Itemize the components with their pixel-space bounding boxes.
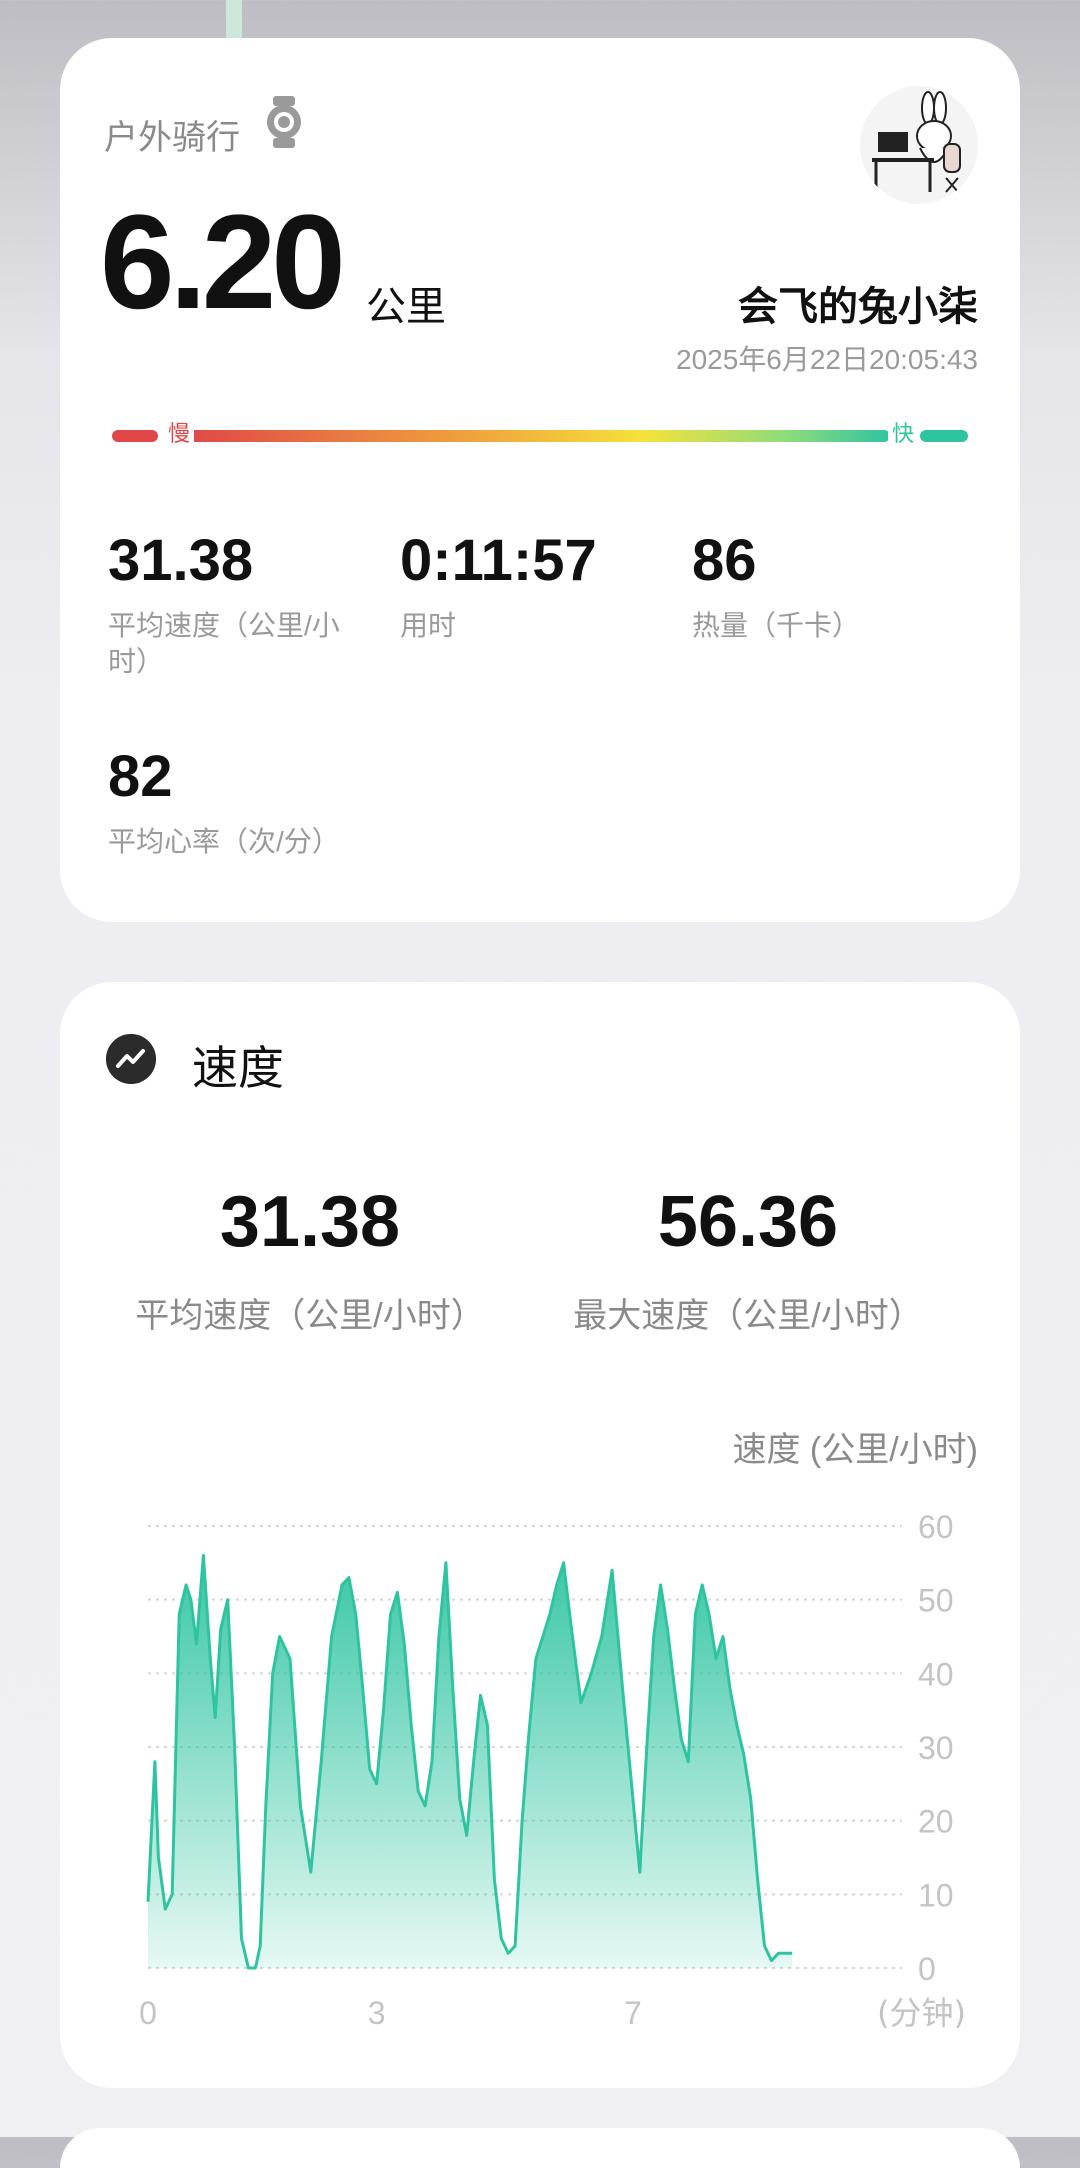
metric-calories: 86 热量（千卡） <box>692 532 942 644</box>
metric-duration: 0:11:57 用时 <box>400 532 650 644</box>
workout-datetime: 2025年6月22日20:05:43 <box>676 344 978 375</box>
y-tick-label: 0 <box>918 1951 936 1987</box>
metric-value: 82 <box>108 744 173 809</box>
metric-label: 平均心率（次/分） <box>108 826 340 857</box>
pace-slow-label: 慢 <box>164 416 195 448</box>
watch-icon <box>267 96 301 148</box>
next-card-peek <box>60 2128 1020 2168</box>
y-tick-label: 20 <box>918 1804 954 1840</box>
metric-label: 热量（千卡） <box>692 610 861 641</box>
workout-summary-card[interactable]: 户外骑行 6.20 公里 会飞的兔小柒 2025年6月22日20:05:43 慢 <box>60 38 1020 922</box>
y-tick-label: 40 <box>918 1656 954 1692</box>
x-tick-label: 0 <box>139 1995 157 2031</box>
x-tick-label: 7 <box>624 1995 642 2031</box>
metric-avg-heart-rate: 82 平均心率（次/分） <box>108 748 358 860</box>
y-tick-label: 30 <box>918 1730 954 1766</box>
x-tick-label: 3 <box>368 1995 386 2031</box>
y-tick-label: 50 <box>918 1583 954 1619</box>
metric-value: 0:11:57 <box>400 528 597 593</box>
distance-unit: 公里 <box>366 285 446 329</box>
activity-type-label: 户外骑行 <box>104 119 240 157</box>
y-tick-label: 60 <box>918 1509 954 1545</box>
metric-value: 31.38 <box>108 528 254 593</box>
x-axis-title: (分钟) <box>877 1994 966 2032</box>
speed-section-card[interactable]: 速度 31.38 平均速度（公里/小时） 56.36 最大速度（公里/小时） 速… <box>60 982 1020 2088</box>
metric-value: 86 <box>692 528 757 593</box>
metric-label: 用时 <box>400 610 457 641</box>
background-accent-strip <box>226 0 242 40</box>
metric-label: 平均速度（公里/小时） <box>108 610 340 678</box>
distance-value: 6.20 <box>100 188 346 337</box>
rabbit-at-desk-icon <box>872 91 961 193</box>
pace-fast-label: 快 <box>888 416 919 448</box>
metric-avg-speed: 31.38 平均速度（公里/小时） <box>108 532 358 681</box>
y-tick-label: 10 <box>918 1877 954 1913</box>
pace-gradient-bar <box>112 430 968 442</box>
user-avatar[interactable] <box>860 86 978 204</box>
username: 会飞的兔小柒 <box>738 285 978 329</box>
speed-area-chart[interactable]: 0 10 20 30 40 50 60 0 3 7 (分钟) <box>60 982 1020 2088</box>
